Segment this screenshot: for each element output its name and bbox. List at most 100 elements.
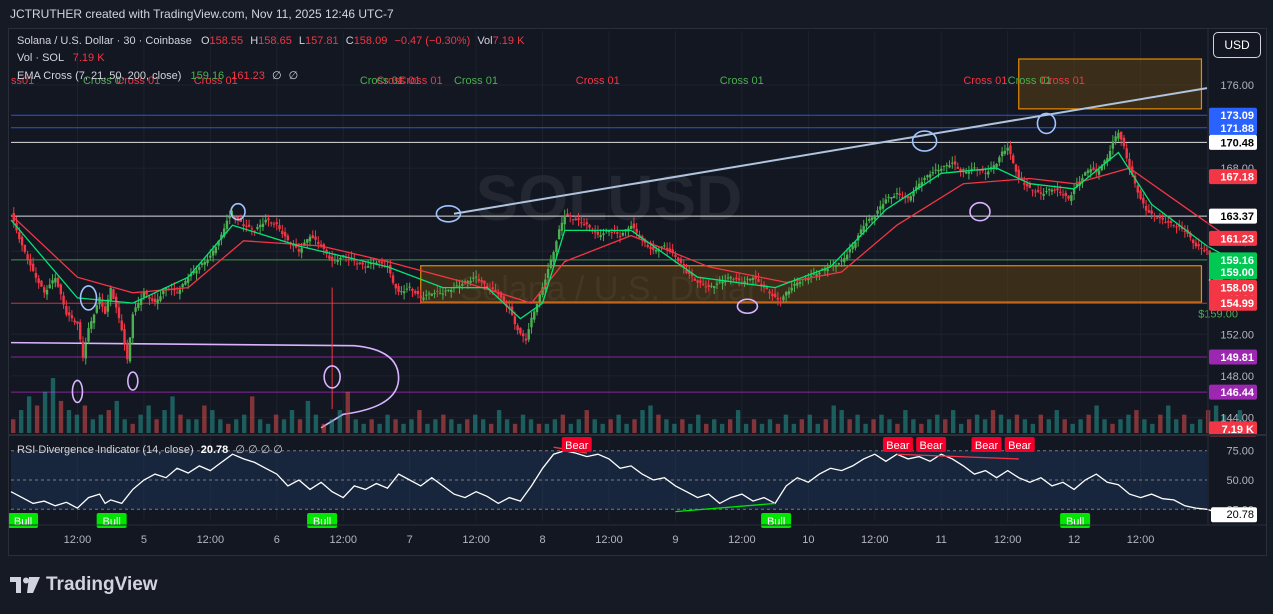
candle-body [582, 223, 586, 225]
candle-body [156, 299, 159, 304]
candle-body [557, 229, 561, 239]
candle-body [768, 291, 771, 294]
candle-body [898, 193, 901, 196]
candle-body [654, 250, 658, 252]
time-axis-tick: 12:00 [1127, 534, 1155, 546]
chart-area[interactable]: SOLUSD Solana / U.S. Dollar ss01 Cross 0 Cro… [8, 28, 1267, 556]
candle-body [942, 165, 946, 167]
bear-signal-label: Bear [1008, 440, 1032, 452]
vol-study-label[interactable]: Vol · SOL [17, 52, 64, 64]
volume-bar [735, 410, 741, 433]
candle-body [43, 287, 46, 293]
candle-body [699, 280, 702, 283]
candle-body [618, 236, 622, 238]
candle-body [62, 295, 65, 305]
volume-bar [1134, 410, 1139, 433]
volume-bar [34, 405, 40, 433]
volume-bar [488, 423, 494, 433]
candle-body [1172, 224, 1175, 226]
bull-signal-label: Bull [102, 516, 120, 528]
candle-body [1061, 194, 1065, 196]
candle-body [992, 165, 996, 168]
volume-bar [1189, 423, 1195, 433]
candle-body [616, 232, 619, 234]
volume-bar [895, 423, 900, 433]
candle-body [735, 277, 738, 280]
candle-body [1050, 189, 1054, 192]
volume-bar [640, 410, 645, 433]
volume-bar [1030, 423, 1036, 433]
candle-body [757, 279, 760, 282]
candle-body [865, 223, 868, 227]
candle-body [48, 284, 51, 289]
candle-body [333, 259, 337, 261]
candle-body [552, 252, 555, 262]
candle-body [995, 163, 998, 168]
volume-bar [560, 414, 566, 433]
candle-body [790, 287, 793, 291]
candle-body [513, 316, 517, 325]
candle-body [892, 196, 896, 199]
vol-label: Vol [477, 35, 493, 47]
candle-body [1089, 169, 1092, 173]
candle-body [258, 224, 262, 228]
candle-body [840, 260, 843, 262]
volume-bar [632, 419, 637, 433]
volume-bar [1118, 419, 1123, 433]
volume-bar [369, 419, 374, 433]
rsi-study-label[interactable]: RSI Divergence Indicator (14, close) [17, 444, 194, 456]
candle-body [308, 236, 312, 242]
price-chart[interactable]: SOLUSDSolana / U.S. Dollarss01 Cross 0Cro… [9, 29, 1266, 555]
volume-bar [504, 419, 510, 433]
candle-body [701, 284, 705, 286]
tradingview-logo[interactable]: TradingView [10, 574, 158, 596]
candle-body [574, 218, 577, 221]
ema-study-label[interactable]: EMA Cross (7, 21, 50, 200, close) [17, 70, 181, 82]
candle-body [798, 281, 802, 284]
time-axis-tick: 12:00 [64, 534, 92, 546]
currency-button[interactable]: USD [1213, 32, 1261, 58]
cross-signal-label: Cross 01 [576, 75, 620, 87]
volume-bar [704, 423, 709, 433]
volume-bar [210, 410, 215, 433]
time-axis-tick: 12:00 [462, 534, 490, 546]
candle-body [270, 222, 273, 224]
volume-bar [879, 414, 884, 433]
symbol-name[interactable]: Solana / U.S. Dollar · 30 · Coinbase [17, 35, 192, 47]
candle-body [455, 285, 458, 287]
vol-study-value: 7.19 K [72, 52, 105, 64]
candle-body [546, 269, 550, 278]
tradingview-logo-icon [10, 577, 40, 593]
candle-body [416, 290, 420, 295]
volume-bar [1166, 405, 1171, 433]
ema-legend: EMA Cross (7, 21, 50, 200, close) 159.16… [17, 69, 298, 82]
candle-body [793, 283, 796, 286]
volume-bar [807, 414, 813, 433]
volume-bar [863, 423, 868, 433]
volume-bar [656, 414, 661, 433]
volume-bar [281, 419, 287, 433]
candle-body [1042, 193, 1045, 196]
volume-bar [791, 423, 797, 433]
candle-body [272, 223, 276, 225]
candle-body [516, 325, 519, 331]
candle-body [834, 265, 838, 268]
candle-body [521, 333, 525, 337]
candle-body [729, 277, 733, 279]
candle-body [137, 302, 140, 309]
volume-bar [982, 419, 988, 433]
rsi-current-label: 20.78 [1226, 509, 1254, 521]
volume-bar [1094, 405, 1099, 433]
candle-body [84, 343, 87, 359]
candle-body [538, 294, 541, 302]
candle-body [1047, 189, 1051, 191]
candle-body [264, 219, 267, 223]
candle-body [120, 320, 123, 331]
price-label-text: 146.44 [1220, 387, 1255, 399]
volume-bar [377, 423, 382, 433]
candle-body [674, 254, 677, 258]
candle-body [361, 262, 364, 265]
candle-body [317, 242, 320, 245]
candle-body [1083, 172, 1087, 176]
candle-body [394, 283, 398, 289]
